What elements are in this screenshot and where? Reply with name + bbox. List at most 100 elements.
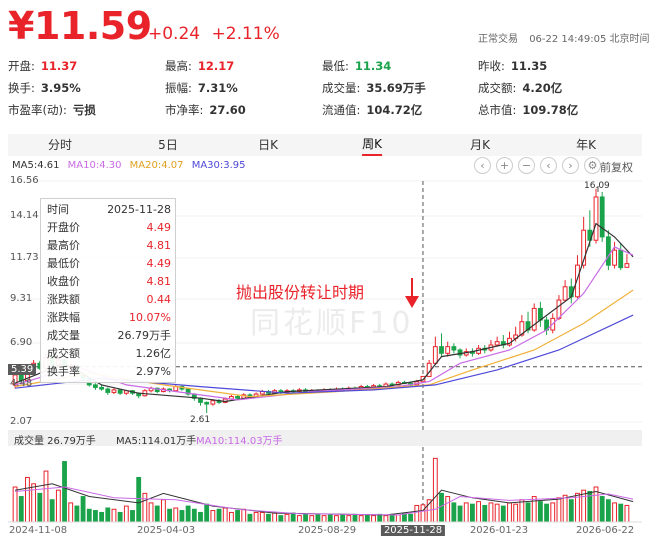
- chevron-left-icon[interactable]: ‹: [474, 157, 491, 174]
- candle-body: [358, 386, 364, 390]
- candle-body: [334, 388, 339, 392]
- chevron-left-icon[interactable]: ‹: [540, 157, 557, 174]
- volume-bar: [303, 513, 308, 523]
- quote-field-label: 市净率:: [165, 103, 204, 117]
- ma-legend: MA5:4.61 MA10:4.30 MA20:4.07 MA30:3.95: [12, 160, 251, 171]
- tab-4[interactable]: 月K: [470, 134, 490, 156]
- candle-body: [327, 389, 333, 392]
- volume-bar: [488, 502, 494, 523]
- y-tick-label: 2.07: [10, 416, 33, 427]
- y-tick-label: 11.73: [10, 252, 39, 263]
- volume-bar: [315, 513, 321, 523]
- max-price-label: 16.09: [584, 181, 610, 191]
- x-tick-label: 2026-06-22: [575, 525, 635, 536]
- volume-bar: [148, 502, 154, 523]
- candle-body: [179, 386, 185, 390]
- candle-body: [136, 392, 142, 397]
- volume-value: 成交量 26.79万手: [14, 436, 96, 447]
- candle-body: [364, 386, 370, 389]
- candle-body: [142, 390, 148, 397]
- annotation-text: 抛出股份转让时期: [236, 283, 365, 302]
- tooltip-row: 成交量 26.79万手: [47, 327, 171, 344]
- chevron-right-icon[interactable]: ›: [562, 157, 579, 174]
- ma20-label: MA20:4.07: [129, 160, 184, 171]
- quote-field: 总市值: 109.78亿: [478, 102, 578, 118]
- tab-0[interactable]: 分时: [48, 134, 72, 156]
- volume-bar: [235, 510, 240, 523]
- volume-bar: [284, 513, 290, 523]
- volume-bar: [587, 490, 593, 523]
- volume-bar: [476, 501, 482, 523]
- candle-body: [482, 347, 488, 351]
- volume-bar: [74, 505, 80, 523]
- quote-field-label: 市盈率(动):: [8, 103, 67, 117]
- candle-body: [130, 390, 135, 394]
- volume-bar: [408, 513, 414, 523]
- volume-ma5: MA5:114.01万手: [116, 436, 197, 447]
- minus-icon[interactable]: −: [518, 157, 535, 174]
- candle-body: [191, 393, 197, 399]
- volume-bar: [62, 461, 67, 523]
- tab-5[interactable]: 年K: [576, 134, 596, 156]
- candle-body: [321, 389, 327, 393]
- quote-field: 最高: 12.17: [165, 58, 234, 74]
- tooltip-value: 4.81: [146, 275, 172, 288]
- volume-bar: [123, 505, 129, 523]
- candle-body: [296, 389, 302, 393]
- quote-field: 流通值: 104.72亿: [322, 102, 422, 118]
- volume-bar: [130, 510, 135, 523]
- gear-icon[interactable]: ⚙: [584, 157, 601, 174]
- candle-body: [377, 385, 383, 388]
- tooltip-key: 最低价: [47, 257, 80, 270]
- candle-body: [346, 387, 352, 391]
- candle-body: [488, 344, 494, 351]
- candle-body: [476, 347, 482, 354]
- candle-body: [247, 394, 253, 398]
- quote-field-label: 最低:: [322, 59, 349, 73]
- quote-field: 成交额: 4.20亿: [478, 80, 562, 96]
- x-tick-label: 2026-01-23: [469, 525, 529, 536]
- candle-body: [420, 375, 426, 383]
- candle-body: [210, 400, 216, 405]
- volume-bar: [99, 511, 105, 523]
- quote-field-value: 35.69万手: [366, 81, 426, 95]
- volume-bar: [352, 513, 358, 523]
- volume-bar: [179, 510, 185, 523]
- price-adjust-dropdown[interactable]: 前复权: [600, 159, 633, 175]
- tooltip-key: 成交量: [47, 329, 80, 342]
- tab-3[interactable]: 周K: [362, 134, 382, 156]
- candle-body: [204, 401, 210, 405]
- quote-field: 换手: 3.95%: [8, 80, 81, 96]
- volume-bar: [383, 515, 389, 523]
- ma10-label: MA10:4.30: [67, 160, 122, 171]
- tooltip-value: 10.07%: [129, 311, 171, 324]
- candle-body: [185, 388, 191, 395]
- volume-bar: [531, 496, 537, 523]
- volume-header: 成交量 26.79万手 MA5:114.01万手 MA10:114.03万手: [8, 430, 642, 447]
- candle-body: [500, 341, 506, 346]
- volume-bar: [414, 504, 420, 523]
- candle-body: [111, 389, 117, 393]
- volume-bar: [525, 502, 531, 523]
- tab-1[interactable]: 5日: [158, 134, 178, 156]
- volume-bar: [266, 513, 271, 523]
- volume-bar: [210, 510, 216, 523]
- volume-bar: [259, 511, 265, 523]
- y-tick-label: 16.56: [10, 175, 39, 186]
- volume-bar: [537, 501, 543, 523]
- candle-body: [160, 388, 166, 393]
- status-text: 正常交易: [478, 34, 518, 45]
- volume-bar: [439, 492, 444, 523]
- volume-bar: [593, 486, 599, 523]
- candle-body: [531, 307, 537, 331]
- tooltip-key: 换手率: [47, 365, 80, 378]
- tooltip-row: 收盘价 4.81: [47, 273, 171, 290]
- tab-2[interactable]: 日K: [258, 134, 278, 156]
- volume-bar: [216, 508, 222, 523]
- candle-body: [463, 351, 469, 356]
- volume-bar: [599, 496, 605, 523]
- candle-body: [173, 386, 179, 392]
- quote-field: 市盈率(动): 亏损: [8, 102, 96, 118]
- candle-body: [371, 385, 376, 389]
- plus-icon[interactable]: +: [496, 157, 513, 174]
